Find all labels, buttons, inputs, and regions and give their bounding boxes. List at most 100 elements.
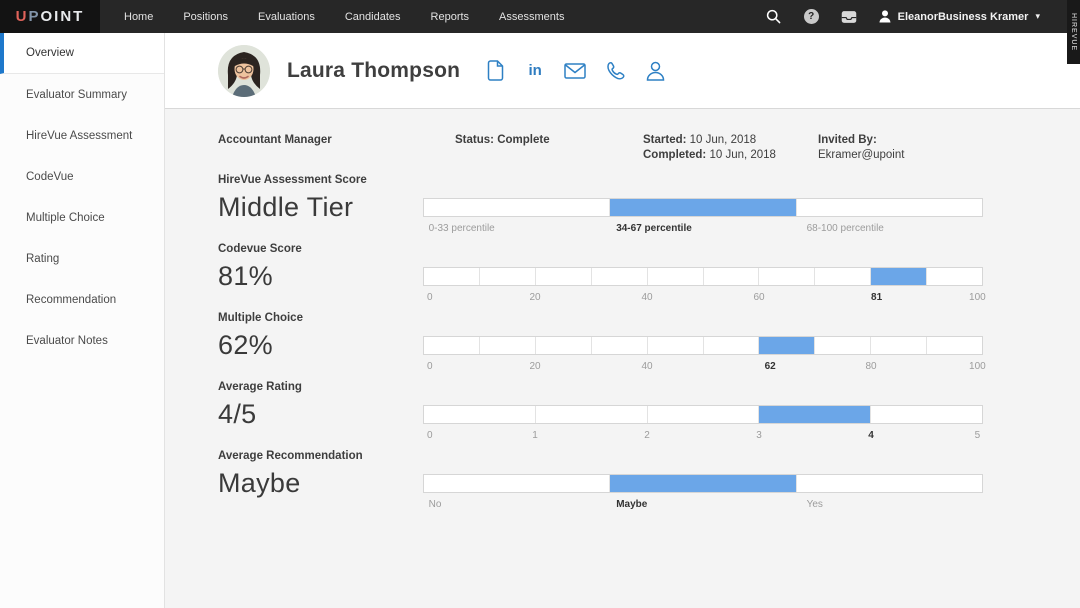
email-icon[interactable] [564, 60, 586, 82]
completed-label: Completed: [643, 149, 707, 161]
started-label: Started: [643, 134, 687, 146]
score-value: 4/5 [218, 399, 257, 429]
nav-item-evaluations[interactable]: Evaluations [258, 11, 315, 23]
chevron-down-icon: ▾ [1035, 11, 1040, 21]
logo-box[interactable]: UPOINT [0, 0, 100, 33]
nav-item-positions[interactable]: Positions [183, 11, 228, 23]
bar-segment [536, 337, 592, 354]
completed-value: 10 Jun, 2018 [709, 149, 776, 161]
bar-tick: 40 [641, 292, 653, 303]
candidate-header: Laura Thompson in [165, 33, 1080, 109]
sidebar-item-evaluator-notes[interactable]: Evaluator Notes [0, 320, 164, 361]
score-label: Multiple Choice [218, 312, 303, 324]
bar-fill-segment [610, 199, 797, 216]
score-value: 62% [218, 330, 273, 360]
bar-tick: 60 [753, 292, 765, 303]
sidebar-item-overview[interactable]: Overview [0, 33, 164, 74]
bar-segment [815, 268, 872, 285]
top-navbar: UPOINT Home Positions Evaluations Candidate… [0, 0, 1080, 33]
bar-tick: 0 [426, 430, 433, 441]
search-icon[interactable] [766, 9, 782, 25]
phone-icon[interactable] [604, 60, 626, 82]
bar-tick: 0 [426, 361, 433, 372]
inbox-icon[interactable] [841, 9, 857, 25]
bar-tick: 62 [764, 361, 776, 372]
score-row-codevue-score: Codevue Score 81% 0 20 40 60 81 100 [218, 243, 1080, 305]
hirevue-watermark: HIREVUE [1067, 0, 1080, 64]
bar-segment [424, 199, 611, 216]
candidate-name: Laura Thompson [287, 58, 461, 82]
user-menu[interactable]: EleanorBusiness Kramer ▾ [879, 10, 1040, 23]
invited-by: Invited By: Ekramer@upoint [818, 133, 904, 163]
nav-item-candidates[interactable]: Candidates [345, 11, 401, 23]
position-title: Accountant Manager [218, 134, 332, 146]
assessment-info-row: Accountant Manager Status: Complete Star… [218, 133, 1080, 163]
bar-segment [871, 337, 928, 354]
logo-rest: OINT [40, 8, 85, 25]
nav-item-assessments[interactable]: Assessments [499, 11, 564, 23]
bar-segment [797, 475, 982, 492]
sidebar-item-multiple-choice[interactable]: Multiple Choice [0, 197, 164, 238]
bar-segment [536, 406, 648, 423]
bar-segment [536, 268, 592, 285]
score-row-average-recommendation: Average Recommendation Maybe No Maybe Yes [218, 450, 1080, 512]
nav-item-reports[interactable]: Reports [431, 11, 470, 23]
bar-segment [797, 199, 982, 216]
bar-tick: 5 [974, 430, 981, 441]
linkedin-icon[interactable]: in [524, 60, 546, 82]
contact-icons: in [484, 60, 666, 82]
status-value: Complete [497, 134, 550, 146]
user-name: EleanorBusiness Kramer [897, 10, 1029, 23]
resume-document-icon[interactable] [484, 60, 506, 82]
bar-segment [648, 268, 704, 285]
bar-segment [815, 337, 872, 354]
score-label: HireVue Assessment Score [218, 174, 367, 186]
score-label: Average Recommendation [218, 450, 363, 462]
navbar-right: ? EleanorBusiness Kramer ▾ [766, 9, 1040, 25]
bar-tick: 40 [641, 361, 653, 372]
bar-fill-segment [871, 268, 928, 285]
bar-tick: 34-67 percentile [616, 223, 692, 234]
score-bar [423, 474, 983, 493]
status-label: Status: [455, 134, 494, 146]
bar-tick: Maybe [616, 499, 648, 510]
bar-tick: 1 [532, 430, 538, 441]
bar-segment [424, 475, 611, 492]
invited-by-label: Invited By: [818, 134, 877, 146]
score-bar [423, 267, 983, 286]
bar-tick: Yes [806, 499, 823, 510]
score-value: Middle Tier [218, 192, 354, 222]
nav-item-home[interactable]: Home [124, 11, 153, 23]
help-icon[interactable]: ? [803, 9, 819, 24]
dates: Started: 10 Jun, 2018 Completed: 10 Jun,… [643, 133, 818, 163]
sidebar-item-evaluator-summary[interactable]: Evaluator Summary [0, 74, 164, 115]
bar-segment [480, 337, 536, 354]
bar-segment [424, 268, 480, 285]
bar-segment [927, 268, 982, 285]
logo-letter-p: P [28, 8, 41, 25]
score-row-multiple-choice: Multiple Choice 62% 0 20 40 62 80 100 [218, 312, 1080, 374]
bar-tick: 100 [969, 361, 986, 372]
invited-by-value: Ekramer@upoint [818, 149, 905, 161]
bar-tick: 2 [644, 430, 650, 441]
bar-tick: 100 [969, 292, 986, 303]
score-row-hirevue-assessment-score: HireVue Assessment Score Middle Tier 0-33 … [218, 174, 1080, 236]
sidebar-item-rating[interactable]: Rating [0, 238, 164, 279]
sidebar-item-recommendation[interactable]: Recommendation [0, 279, 164, 320]
bar-fill-segment [759, 337, 816, 354]
profile-icon[interactable] [644, 60, 666, 82]
bar-tick: 0-33 percentile [428, 223, 495, 234]
sidebar-item-hirevue-assessment[interactable]: HireVue Assessment [0, 115, 164, 156]
bar-tick: 80 [865, 361, 877, 372]
nav-menu: Home Positions Evaluations Candidates Report… [124, 11, 564, 23]
bar-segment [424, 337, 480, 354]
avatar [218, 44, 270, 97]
bar-tick: 20 [529, 292, 541, 303]
bar-segment [704, 268, 760, 285]
sidebar-item-codevue[interactable]: CodeVue [0, 156, 164, 197]
bar-tick: 68-100 percentile [806, 223, 884, 234]
score-rows: HireVue Assessment Score Middle Tier 0-33 … [218, 174, 1080, 512]
upoint-logo: UPOINT [16, 8, 85, 25]
bar-segment [871, 406, 982, 423]
bar-fill-segment [759, 406, 872, 423]
